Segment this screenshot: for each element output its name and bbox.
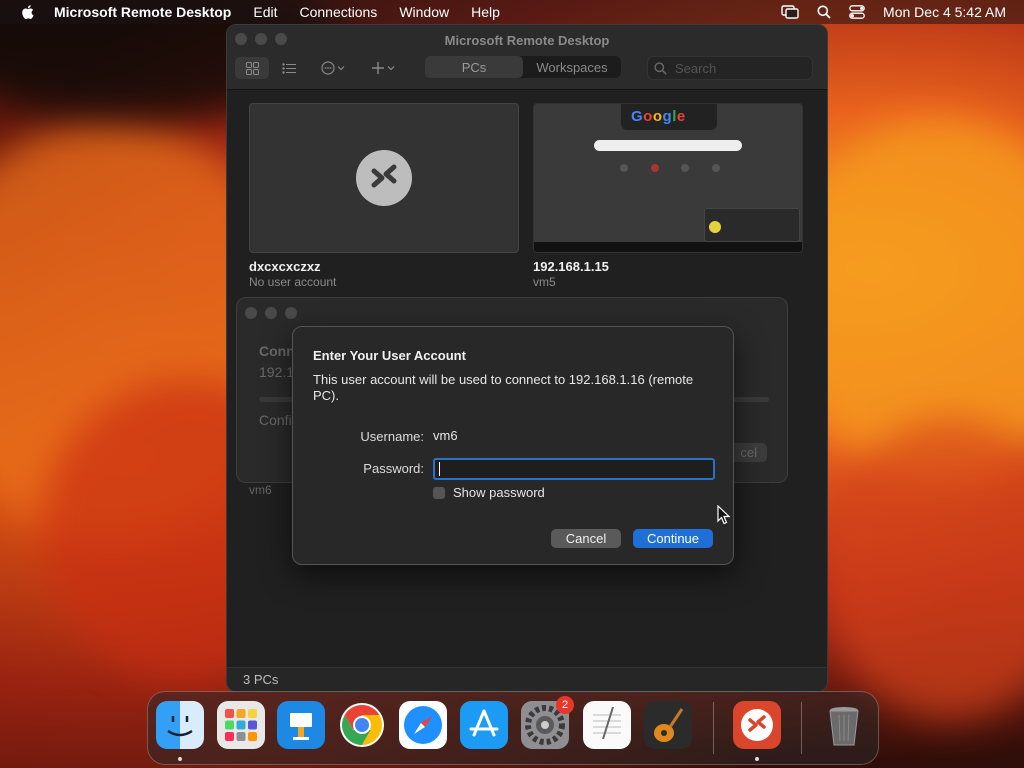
keynote-podium-icon [290, 713, 312, 740]
add-button[interactable] [367, 57, 401, 79]
thumbnail-search-box [594, 140, 742, 151]
dialog-message: This user account will be used to connec… [313, 372, 694, 403]
menu-clock[interactable]: Mon Dec 4 5:42 AM [883, 4, 1006, 20]
chrome-logo-icon [340, 703, 384, 747]
continue-button[interactable]: Continue [633, 529, 713, 548]
show-password-label[interactable]: Show password [453, 485, 545, 500]
mouse-cursor-icon [717, 505, 731, 525]
dock-launchpad-icon[interactable] [217, 701, 265, 749]
password-input[interactable] [433, 458, 715, 480]
window-title: Microsoft Remote Desktop [444, 33, 610, 48]
list-icon [282, 62, 296, 74]
dock-finder-icon[interactable] [156, 701, 204, 749]
text-caret [439, 462, 440, 476]
user-account-dialog: Enter Your User Account This user accoun… [292, 326, 734, 565]
plus-icon [372, 62, 395, 74]
username-label: Username: [360, 429, 424, 444]
remote-desktop-logo-icon [356, 150, 412, 206]
dialog-title: Enter Your User Account [313, 348, 466, 363]
dock-app-store-icon[interactable] [460, 701, 508, 749]
pc-tile-192-168-1-15[interactable]: Google [533, 103, 803, 253]
dock-separator [713, 702, 714, 754]
search-field[interactable]: Search [647, 56, 813, 80]
dock-trash-icon[interactable] [820, 701, 868, 749]
thumbnail-shortcuts [620, 164, 720, 172]
connecting-zoom-button[interactable] [285, 307, 297, 319]
menu-help[interactable]: Help [471, 4, 500, 20]
dock-safari-icon[interactable] [399, 701, 447, 749]
dock-chrome-icon[interactable] [338, 701, 386, 749]
pc-name-1[interactable]: dxcxcxczxz [249, 259, 321, 274]
pc-subtitle-3: vm6 [249, 483, 272, 497]
view-segmented-control: PCs Workspaces [425, 56, 621, 78]
ellipsis-circle-icon [321, 61, 345, 75]
finder-face-icon [167, 716, 193, 737]
search-placeholder: Search [675, 60, 717, 76]
remote-desktop-running-indicator [755, 757, 759, 761]
textedit-page-icon [593, 706, 621, 740]
dock-separator [801, 702, 802, 754]
pc-name-2[interactable]: 192.168.1.15 [533, 259, 609, 274]
safari-compass-icon [404, 706, 442, 744]
more-actions-button[interactable] [317, 57, 351, 79]
window-titlebar: Microsoft Remote Desktop PCs Workspaces … [227, 25, 827, 90]
connecting-ip: 192.1 [259, 364, 295, 380]
menu-window[interactable]: Window [399, 4, 449, 20]
pc-subtitle-1: No user account [249, 275, 337, 289]
connecting-window-controls [245, 307, 297, 319]
grid-view-button[interactable] [235, 57, 269, 79]
tab-workspaces[interactable]: Workspaces [523, 56, 621, 78]
menu-connections[interactable]: Connections [299, 4, 377, 20]
list-view-button[interactable] [277, 57, 301, 79]
show-password-checkbox[interactable] [433, 487, 445, 499]
apple-icon[interactable] [18, 2, 38, 22]
finder-running-indicator [178, 757, 182, 761]
menu-edit[interactable]: Edit [253, 4, 277, 20]
pc-count: 3 PCs [243, 672, 279, 687]
grid-icon [245, 61, 259, 75]
thumbnail-logo-letters: Google [631, 108, 686, 125]
menu-app-name[interactable]: Microsoft Remote Desktop [54, 4, 231, 20]
dock-keynote-icon[interactable] [277, 701, 325, 749]
password-label: Password: [363, 461, 424, 476]
dock: 2 [147, 691, 879, 765]
pc-tile-dxcxcxczxz[interactable] [249, 103, 519, 253]
launchpad-grid-icon [225, 709, 257, 741]
tab-pcs[interactable]: PCs [425, 56, 523, 78]
pc-subtitle-2: vm5 [533, 275, 556, 289]
thumbnail-notification [704, 208, 800, 242]
trash-can-icon [829, 707, 859, 746]
thumbnail-taskbar [534, 242, 802, 252]
search-icon[interactable] [817, 5, 831, 19]
connecting-status: Confi [259, 412, 292, 428]
search-icon [654, 61, 667, 75]
connecting-cancel-label: cel [740, 445, 757, 460]
app-store-a-icon [469, 709, 499, 737]
screen-mirroring-icon[interactable] [781, 5, 799, 19]
username-value: vm6 [433, 428, 458, 443]
connecting-close-button[interactable] [245, 307, 257, 319]
connecting-minimize-button[interactable] [265, 307, 277, 319]
cancel-button[interactable]: Cancel [551, 529, 621, 548]
connecting-heading: Conn [259, 343, 295, 359]
guitar-icon [654, 708, 684, 742]
dock-textedit-icon[interactable] [583, 701, 631, 749]
dock-remote-desktop-icon[interactable] [733, 701, 781, 749]
dock-system-settings-icon[interactable]: 2 [521, 696, 574, 749]
control-center-icon[interactable] [849, 5, 865, 19]
dock-garageband-icon[interactable] [644, 701, 692, 749]
notification-badge: 2 [556, 696, 574, 714]
menu-bar: Microsoft Remote Desktop Edit Connection… [0, 0, 1024, 24]
status-bar: 3 PCs [227, 667, 827, 691]
remote-desktop-logo-icon [741, 709, 773, 741]
